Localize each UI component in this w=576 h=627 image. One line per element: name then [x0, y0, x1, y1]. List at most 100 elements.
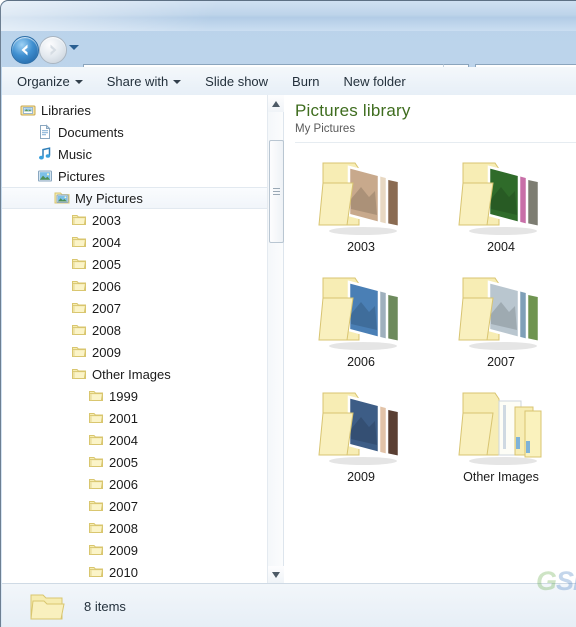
folder-icon — [88, 410, 104, 426]
folder-item[interactable]: 2006 — [291, 270, 431, 385]
folder-item-label: 2004 — [487, 240, 515, 254]
tree-item-2009[interactable]: 2009 — [2, 539, 267, 561]
folder-item-label: 2003 — [347, 240, 375, 254]
folder-icon — [71, 322, 87, 338]
chevron-down-icon — [173, 80, 182, 84]
title-bar-gloss — [1, 1, 301, 31]
file-list-pane[interactable]: Pictures library My Pictures Ar 2003 2004… — [285, 95, 576, 583]
tree-item-music[interactable]: Music — [2, 143, 267, 165]
tree-item-2001[interactable]: 2001 — [2, 407, 267, 429]
tree-item-label: 2004 — [109, 432, 138, 448]
folder-icon — [88, 388, 104, 404]
tree-item-label: 2005 — [109, 454, 138, 470]
navigation-scrollbar[interactable] — [267, 95, 284, 583]
new-folder-button[interactable]: New folder — [335, 71, 415, 92]
tree-item-2010[interactable]: 2010 — [2, 561, 267, 583]
scroll-down-icon[interactable] — [268, 566, 284, 583]
photo-folder-icon — [313, 385, 409, 467]
stacked-folder-icon — [453, 385, 549, 467]
pictures-icon — [37, 168, 53, 184]
tree-item-label: My Pictures — [75, 190, 143, 206]
folder-grid: 2003 2004 2006 2007 2009 Other Images — [285, 145, 576, 500]
pictures-folder-icon — [28, 589, 68, 625]
tree-item-2007[interactable]: 2007 — [2, 297, 267, 319]
tree-item-2003[interactable]: 2003 — [2, 209, 267, 231]
tree-item-2004[interactable]: 2004 — [2, 429, 267, 451]
tree-item-2005[interactable]: 2005 — [2, 451, 267, 473]
tree-item-2008[interactable]: 2008 — [2, 517, 267, 539]
tree-item-label: 2006 — [92, 278, 121, 294]
slide-show-button[interactable]: Slide show — [196, 71, 277, 92]
burn-button[interactable]: Burn — [283, 71, 328, 92]
folder-icon — [88, 498, 104, 514]
tree-item-label: 2009 — [109, 542, 138, 558]
photo-folder-icon — [453, 155, 549, 237]
folder-item[interactable]: Other Images — [431, 385, 571, 500]
photo-folder-icon — [313, 270, 409, 352]
share-with-button[interactable]: Share with — [98, 71, 190, 92]
folder-icon — [88, 476, 104, 492]
tree-item-label: Libraries — [41, 102, 91, 118]
folder-icon — [71, 212, 87, 228]
tree-item-label: 2004 — [92, 234, 121, 250]
tree-item-label: 2005 — [92, 256, 121, 272]
folder-tree: Libraries Documents Music Pictures My Pictur… — [2, 95, 267, 583]
folder-item-label: 2006 — [347, 355, 375, 369]
folder-item-label: 2007 — [487, 355, 515, 369]
folder-icon — [88, 564, 104, 580]
music-icon — [37, 146, 53, 162]
content-area: Libraries Documents Music Pictures My Pictur… — [2, 95, 576, 583]
scrollbar-grip-icon — [273, 186, 280, 197]
mypictures-icon — [54, 190, 70, 206]
status-bar: 8 items — [2, 583, 576, 627]
tree-item-label: 2007 — [92, 300, 121, 316]
tree-item-libraries[interactable]: Libraries — [2, 99, 267, 121]
folder-icon — [88, 520, 104, 536]
tree-item-2008[interactable]: 2008 — [2, 319, 267, 341]
tree-item-2004[interactable]: 2004 — [2, 231, 267, 253]
folder-icon — [71, 300, 87, 316]
title-bar[interactable] — [1, 1, 576, 31]
folder-icon — [88, 542, 104, 558]
tree-item-documents[interactable]: Documents — [2, 121, 267, 143]
tree-item-my-pictures[interactable]: My Pictures — [2, 187, 267, 209]
organize-button[interactable]: Organize — [8, 71, 92, 92]
scroll-up-icon[interactable] — [268, 95, 284, 112]
folder-item[interactable]: 2003 — [291, 155, 431, 270]
tree-item-label: 2007 — [109, 498, 138, 514]
photo-folder-icon — [313, 155, 409, 237]
tree-item-label: 2008 — [109, 520, 138, 536]
tree-item-2007[interactable]: 2007 — [2, 495, 267, 517]
explorer-window: ▸ Libraries ▸ Pictures ▸ My Pictures ▸ S… — [0, 0, 576, 627]
back-button[interactable] — [11, 36, 39, 64]
library-header: Pictures library My Pictures Ar — [285, 95, 576, 145]
tree-item-other-images[interactable]: Other Images — [2, 363, 267, 385]
history-dropdown-icon[interactable] — [69, 45, 79, 50]
tree-item-label: 2009 — [92, 344, 121, 360]
tree-item-label: 2008 — [92, 322, 121, 338]
documents-icon — [37, 124, 53, 140]
folder-item[interactable]: 2007 — [431, 270, 571, 385]
share-with-label: Share with — [106, 73, 169, 89]
tree-item-1999[interactable]: 1999 — [2, 385, 267, 407]
tree-item-pictures[interactable]: Pictures — [2, 165, 267, 187]
tree-item-2006[interactable]: 2006 — [2, 473, 267, 495]
tree-item-2005[interactable]: 2005 — [2, 253, 267, 275]
page-title: Pictures library — [295, 101, 411, 120]
tree-item-label: 2010 — [109, 564, 138, 580]
organize-label: Organize — [17, 73, 70, 89]
tree-item-2009[interactable]: 2009 — [2, 341, 267, 363]
forward-button[interactable] — [39, 36, 67, 64]
folder-icon — [71, 278, 87, 294]
tree-item-label: Pictures — [58, 168, 105, 184]
scrollbar-thumb[interactable] — [269, 140, 284, 243]
tree-item-label: 2006 — [109, 476, 138, 492]
folder-icon — [71, 234, 87, 250]
tree-item-2006[interactable]: 2006 — [2, 275, 267, 297]
folder-item[interactable]: 2004 — [431, 155, 571, 270]
tree-item-label: 1999 — [109, 388, 138, 404]
tree-item-label: 2001 — [109, 410, 138, 426]
tree-item-label: Music — [58, 146, 92, 162]
navigation-pane[interactable]: Libraries Documents Music Pictures My Pictur… — [2, 95, 267, 583]
folder-item[interactable]: 2009 — [291, 385, 431, 500]
